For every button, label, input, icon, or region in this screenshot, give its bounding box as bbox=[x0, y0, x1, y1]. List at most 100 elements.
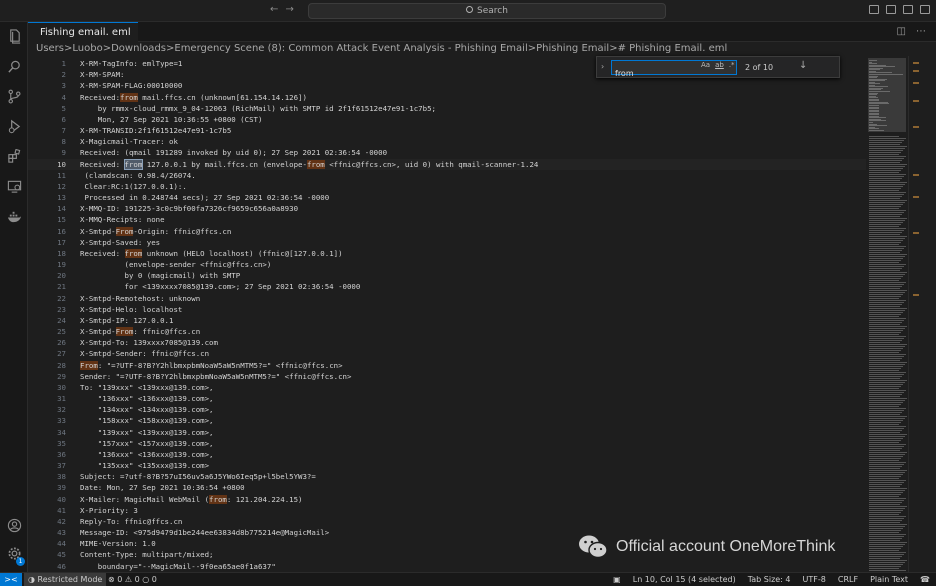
code-line[interactable]: 6 Mon, 27 Sep 2021 10:36:55 +0800 (CST) bbox=[28, 114, 866, 125]
code-line[interactable]: 40 X-Mailer: MagicMail WebMail (from: 121… bbox=[28, 494, 866, 505]
code-line[interactable]: 33 "158xxx" <158xxx@139.com>, bbox=[28, 415, 866, 426]
code-line[interactable]: 8 X-Magicmail-Tracer: ok bbox=[28, 136, 866, 147]
remote-explorer-icon[interactable] bbox=[7, 179, 22, 194]
code-line[interactable]: 23 X-Smtpd-Helo: localhost bbox=[28, 304, 866, 315]
vertical-scrollbar[interactable] bbox=[908, 56, 936, 572]
toggle-replace-chevron-icon[interactable]: › bbox=[601, 62, 604, 71]
remote-indicator[interactable]: >< bbox=[0, 573, 22, 586]
code-line[interactable]: 41 X-Priority: 3 bbox=[28, 505, 866, 516]
code-line[interactable]: 42 Reply-To: ffnic@ffcs.cn bbox=[28, 516, 866, 527]
search-view-icon[interactable] bbox=[7, 59, 22, 74]
code-line[interactable]: 7 X-RM-TRANSID:2f1f61512e47e91-1c7b5 bbox=[28, 125, 866, 136]
code-line[interactable]: 14 X-MMQ-ID: 191225-3c0c9bf00fa7326cf9659… bbox=[28, 203, 866, 214]
code-line[interactable]: 17 X-Smtpd-Saved: yes bbox=[28, 237, 866, 248]
code-line[interactable]: 25 X-Smtpd-From: ffnic@ffcs.cn bbox=[28, 326, 866, 337]
accounts-icon[interactable] bbox=[7, 518, 22, 533]
cursor-position[interactable]: Ln 10, Col 15 (4 selected) bbox=[627, 573, 742, 586]
code-line[interactable]: 28 From: "=?UTF-8?B?Y2hlbmxpbmNoaW5aW5nMT… bbox=[28, 360, 866, 371]
code-line[interactable]: 29 Sender: "=?UTF-8?B?Y2hlbmxpbmNoaW5aW5n… bbox=[28, 371, 866, 382]
minimap-line bbox=[869, 472, 905, 473]
text-segment: "158xxx" <158xxx@139.com>, bbox=[80, 416, 214, 426]
docker-icon[interactable] bbox=[7, 209, 22, 224]
command-center-search[interactable]: Search bbox=[308, 3, 666, 19]
line-text: X-RM-TRANSID:2f1f61512e47e91-1c7b5 bbox=[80, 125, 231, 136]
toggle-secondary-sidebar-icon[interactable] bbox=[903, 5, 913, 14]
split-editor-icon[interactable]: ◫ bbox=[897, 26, 906, 37]
breadcrumb[interactable]: Users>Luobo>Downloads>Emergency Scene (8… bbox=[28, 42, 936, 56]
code-line[interactable]: 46 boundary="--MagicMail--9f0ea65ae0f1a6… bbox=[28, 561, 866, 572]
code-line[interactable]: 24 X-Smtpd-IP: 127.0.0.1 bbox=[28, 315, 866, 326]
tab-phishing-email[interactable]: Fishing email. eml bbox=[28, 22, 138, 42]
code-line[interactable]: 21 for <139xxxx7085@139.com>; 27 Sep 202… bbox=[28, 281, 866, 292]
code-line[interactable]: 30 To: "139xxx" <139xxx@139.com>, bbox=[28, 382, 866, 393]
minimap-line bbox=[869, 394, 902, 395]
code-line[interactable]: 32 "134xxx" <134xxx@139.com>, bbox=[28, 404, 866, 415]
code-line[interactable]: 15 X-MMQ-Recipts: none bbox=[28, 214, 866, 225]
next-match-arrow-icon[interactable]: ↓ bbox=[799, 60, 807, 71]
line-number: 12 bbox=[57, 181, 66, 191]
notifications-bell-icon[interactable]: ☎ bbox=[914, 573, 936, 586]
line-number: 17 bbox=[57, 237, 66, 247]
source-control-icon[interactable] bbox=[7, 89, 22, 104]
minimap[interactable] bbox=[866, 56, 908, 575]
zoom-icon[interactable]: ▣ bbox=[607, 573, 627, 586]
line-number: 10 bbox=[57, 159, 66, 169]
code-line[interactable]: 39 Date: Mon, 27 Sep 2021 10:36:54 +0800 bbox=[28, 482, 866, 493]
extensions-icon[interactable] bbox=[7, 148, 22, 164]
tab-size[interactable]: Tab Size: 4 bbox=[742, 573, 797, 586]
code-line[interactable]: 20 by 0 (magicmail) with SMTP bbox=[28, 270, 866, 281]
code-line[interactable]: 10 Received: from 127.0.0.1 by mail.ffcs.… bbox=[28, 158, 866, 170]
code-line[interactable]: 22 X-Smtpd-Remotehost: unknown bbox=[28, 293, 866, 304]
line-text: X-MMQ-Recipts: none bbox=[80, 214, 165, 225]
code-line[interactable]: 27 X-Smtpd-Sender: ffnic@ffcs.cn bbox=[28, 348, 866, 359]
code-line[interactable]: 11 (clamdscan: 0.98.4/26074. bbox=[28, 170, 866, 181]
code-line[interactable]: 5 by rmmx-cloud_rmmx_9_04-12063 (RichMai… bbox=[28, 103, 866, 114]
line-text: by 0 (magicmail) with SMTP bbox=[80, 270, 240, 281]
customize-layout-icon[interactable] bbox=[920, 5, 930, 14]
code-line[interactable]: 3 X-RM-SPAM-FLAG:00010000 bbox=[28, 80, 866, 91]
text-segment: (clamdscan: 0.98.4/26074. bbox=[80, 170, 196, 180]
minimap-line bbox=[869, 504, 900, 505]
code-line[interactable]: 35 "157xxx" <157xxx@139.com>, bbox=[28, 438, 866, 449]
more-actions-icon[interactable]: ⋯ bbox=[916, 26, 926, 37]
code-line[interactable]: 34 "139xxx" <139xxx@139.com>, bbox=[28, 427, 866, 438]
code-line[interactable]: 38 Subject: =?utf-8?B?57uI56uv5a6J5YWo6Ie… bbox=[28, 471, 866, 482]
minimap-line bbox=[869, 298, 899, 299]
text-segment: by 0 (magicmail) with SMTP bbox=[80, 271, 241, 281]
restricted-mode-indicator[interactable]: ◑ Restricted Mode bbox=[24, 573, 107, 586]
current-find-match: from bbox=[123, 158, 144, 170]
find-input[interactable] bbox=[612, 67, 692, 80]
code-line[interactable]: 13 Processed in 0.248744 secs); 27 Sep 2… bbox=[28, 192, 866, 203]
text-segment: mail.ffcs.cn (unknown[61.154.14.126]) bbox=[137, 92, 307, 102]
text-segment: X-Smtpd-Remotehost: unknown bbox=[80, 293, 201, 303]
code-line[interactable]: 26 X-Smtpd-To: 139xxxx7085@139.com bbox=[28, 337, 866, 348]
line-number: 16 bbox=[57, 226, 66, 236]
toggle-panel-icon[interactable] bbox=[886, 5, 896, 14]
editor-text-area[interactable]: 1 X-RM-TagInfo: emlType=1 2 X-RM-SPAM: 3 X-RM… bbox=[28, 56, 866, 572]
code-line[interactable]: 18 Received: from unknown (HELO localhost… bbox=[28, 248, 866, 259]
problems-indicator[interactable]: ⊗ 0 ⚠ 0 ○ 0 bbox=[108, 573, 157, 586]
code-line[interactable]: 37 "135xxx" <135xxx@139.com> bbox=[28, 460, 866, 471]
code-line[interactable]: 16 X-Smtpd-From-Origin: ffnic@ffcs.cn bbox=[28, 226, 866, 237]
minimap-line bbox=[869, 482, 904, 483]
nav-arrows[interactable]: ← → bbox=[270, 4, 296, 15]
whole-word-toggle[interactable]: ab bbox=[715, 61, 724, 69]
code-line[interactable]: 19 (envelope-sender <ffnic@ffcs.cn>) bbox=[28, 259, 866, 270]
code-line[interactable]: 4 Received:from mail.ffcs.cn (unknown[61.… bbox=[28, 92, 866, 103]
run-debug-icon[interactable] bbox=[7, 119, 22, 134]
code-line[interactable]: 31 "136xxx" <136xxx@139.com>, bbox=[28, 393, 866, 404]
toggle-sidebar-icon[interactable] bbox=[869, 5, 879, 14]
code-line[interactable]: 9 Received: (qmail 191289 invoked by uid … bbox=[28, 147, 866, 158]
regex-toggle[interactable]: .* bbox=[729, 61, 735, 69]
end-of-line[interactable]: CRLF bbox=[832, 573, 864, 586]
minimap-line bbox=[869, 362, 907, 363]
match-case-toggle[interactable]: Aa bbox=[701, 61, 710, 69]
file-encoding[interactable]: UTF-8 bbox=[797, 573, 832, 586]
code-line[interactable]: 36 "136xxx" <136xxx@139.com>, bbox=[28, 449, 866, 460]
line-number: 9 bbox=[61, 148, 66, 158]
language-mode[interactable]: Plain Text bbox=[864, 573, 914, 586]
line-text: To: "139xxx" <139xxx@139.com>, bbox=[80, 382, 214, 393]
line-text: Mon, 27 Sep 2021 10:36:55 +0800 (CST) bbox=[80, 114, 263, 125]
explorer-icon[interactable] bbox=[7, 29, 22, 44]
code-line[interactable]: 12 Clear:RC:1(127.0.0.1):. bbox=[28, 181, 866, 192]
